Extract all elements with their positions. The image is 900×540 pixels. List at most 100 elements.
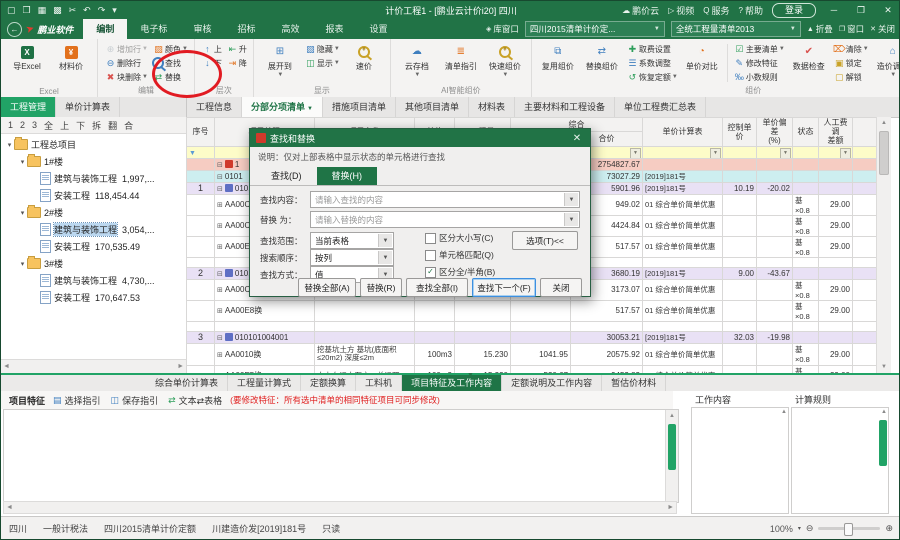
ribbon-button-复用组价[interactable]: ⧉复用组价: [536, 42, 580, 72]
collapse-icon[interactable]: ⊟: [217, 335, 223, 342]
titlebar-link-service[interactable]: Q服务: [703, 4, 729, 17]
cell-name[interactable]: 人力车运土石方：总运距≤500m 运距≤50m: [315, 365, 415, 373]
bottom-tab-定额说明及工作内容[interactable]: 定额说明及工作内容: [502, 375, 602, 391]
close-button[interactable]: ✕: [879, 5, 897, 16]
cell-name[interactable]: 挖基坑土方 基坑(底面积≤20m2) 深度≤2m: [315, 343, 415, 365]
ribbon-button-替换组价[interactable]: ⇄替换组价: [580, 42, 624, 72]
zoom-slider-thumb[interactable]: [844, 523, 853, 536]
cell-seq[interactable]: [187, 215, 215, 236]
ribbon-button-删除行[interactable]: ⊖删除行: [104, 56, 148, 70]
grid-blank-row[interactable]: [187, 321, 878, 331]
checkbox-checked-icon[interactable]: ✓: [425, 267, 436, 278]
tree-node-安装工程[interactable]: 安装工程170,535.49: [1, 238, 186, 255]
bottom-tab-综合单价计算表[interactable]: 综合单价计算表: [146, 375, 228, 391]
ribbon-button-系数调整[interactable]: ☰系数调整: [626, 56, 678, 70]
ribbon-button-查找[interactable]: 查找: [152, 56, 188, 70]
cell-calc[interactable]: [2019]181号: [643, 267, 723, 279]
cell-labor[interactable]: 29.00: [819, 236, 853, 257]
scroll-down-icon[interactable]: ▼: [877, 361, 891, 373]
cell-unit[interactable]: 100m3: [415, 343, 455, 365]
filter-cell-extra[interactable]: [853, 146, 878, 158]
sheet-tab-其他项目清单[interactable]: 其他项目清单: [396, 97, 469, 117]
scroll-up-icon[interactable]: ▲: [781, 409, 787, 415]
cell-extra[interactable]: [853, 158, 878, 170]
filter-dropdown-icon[interactable]: ▼: [780, 148, 791, 159]
ribbon-button-展开到[interactable]: ⊞展开到▼: [258, 42, 302, 78]
cell-status[interactable]: [793, 331, 819, 343]
cell-seq[interactable]: [187, 343, 215, 365]
filter-cell-calc[interactable]: ▼: [643, 146, 723, 158]
cell-ctrl[interactable]: [723, 194, 757, 215]
cell-name[interactable]: [315, 321, 415, 331]
cell-status[interactable]: 基×0.8: [793, 236, 819, 257]
filter-cell-labor[interactable]: ▼: [819, 146, 853, 158]
cell-price[interactable]: [511, 300, 571, 321]
cell-extra[interactable]: [853, 194, 878, 215]
cell-dev[interactable]: -19.98: [757, 331, 793, 343]
cell-status[interactable]: 基×0.8: [793, 365, 819, 373]
tree-node-安装工程[interactable]: 安装工程118,454.44: [1, 187, 186, 204]
zoom-out-icon[interactable]: ⊖: [806, 523, 814, 534]
combo-dropdown-icon[interactable]: ▼: [564, 213, 578, 226]
feature-editor-area[interactable]: ▲: [3, 409, 679, 503]
tree-node-3#楼[interactable]: ▾3#楼: [1, 255, 186, 272]
titlebar-link-video[interactable]: ▷视频: [668, 4, 694, 17]
cell-extra[interactable]: [853, 365, 878, 373]
ribbon-button-上[interactable]: ↑上: [201, 42, 222, 56]
cell-dev[interactable]: [757, 279, 793, 300]
cell-calc[interactable]: 01 综合单价简单优惠: [643, 300, 723, 321]
cell-dev[interactable]: [757, 194, 793, 215]
cell-ctrl[interactable]: [723, 236, 757, 257]
open-icon[interactable]: ❒: [23, 5, 31, 16]
cell-total[interactable]: [571, 321, 643, 331]
cell-total[interactable]: 30053.21: [571, 331, 643, 343]
splitter-grip-icon[interactable]: ▼: [467, 372, 474, 379]
cell-code[interactable]: ⊞AA0010换: [215, 343, 315, 365]
sheet-tab-主要材料和工程设备[interactable]: 主要材料和工程设备: [515, 97, 615, 117]
bottom-tab-暂估价材料[interactable]: 暂估价材料: [602, 375, 666, 391]
cell-unit[interactable]: 100m3: [415, 365, 455, 373]
save-icon[interactable]: ▦: [38, 5, 47, 16]
tree-node-安装工程[interactable]: 安装工程170,647.53: [1, 289, 186, 306]
cell-qty[interactable]: 15.230: [455, 343, 511, 365]
checkbox-区分全/半角(B)[interactable]: ✓区分全/半角(B): [425, 266, 495, 278]
cell-seq[interactable]: 3: [187, 331, 215, 343]
cell-calc[interactable]: 01 综合单价简单优惠: [643, 343, 723, 365]
cell-qty[interactable]: [455, 321, 511, 331]
close-pane-button[interactable]: ✕关闭: [870, 23, 895, 35]
scroll-up-icon[interactable]: ▲: [666, 410, 678, 422]
cell-ctrl[interactable]: 10.19: [723, 182, 757, 194]
ribbon-button-速价[interactable]: ¥速价: [342, 42, 386, 72]
cell-seq[interactable]: [187, 365, 215, 373]
ribbon-button-清除[interactable]: ⌦清除▼: [833, 42, 869, 56]
cell-code[interactable]: ⊞AA00E5换: [215, 365, 315, 373]
filter-dropdown-icon[interactable]: ▼: [710, 148, 721, 159]
cut-icon[interactable]: ✂: [69, 5, 77, 16]
tree-tool-全[interactable]: 全: [44, 119, 53, 132]
combo-dropdown-icon[interactable]: ▼: [378, 251, 392, 264]
find-what-combobox[interactable]: 请输入查找的内容 ▼: [310, 191, 580, 208]
expand-icon[interactable]: ⊞: [217, 352, 223, 359]
cell-status[interactable]: [793, 321, 819, 331]
cell-unit[interactable]: [415, 300, 455, 321]
grid-vertical-scrollbar[interactable]: ▲ ▼: [876, 117, 891, 373]
cell-calc[interactable]: 01 综合单价简单优惠: [643, 365, 723, 373]
tree-tool-合[interactable]: 合: [124, 119, 133, 132]
cell-extra[interactable]: [853, 267, 878, 279]
ribbon-button-修改特征[interactable]: ✎修改特征: [733, 56, 785, 70]
ribbon-button-清单指引[interactable]: ≣清单指引: [439, 42, 483, 72]
expand-icon[interactable]: ⊞: [217, 287, 223, 294]
cell-code[interactable]: ⊟010101004001: [215, 331, 315, 343]
tree-expander-icon[interactable]: ▾: [18, 158, 27, 166]
cell-status[interactable]: 基×0.8: [793, 300, 819, 321]
dialog-button-查找下一个(F)[interactable]: 查找下一个(F): [472, 278, 536, 297]
replace-with-combobox[interactable]: 请输入替换的内容 ▼: [310, 211, 580, 228]
tree-node-1#楼[interactable]: ▾1#楼: [1, 153, 186, 170]
cell-seq[interactable]: 2: [187, 267, 215, 279]
expand-icon[interactable]: ⊞: [217, 223, 223, 230]
ribbon-button-数据检查[interactable]: ✔数据检查: [787, 42, 831, 72]
ribbon-button-快速组价[interactable]: ¥快速组价▼: [483, 42, 527, 78]
cell-calc[interactable]: 01 综合单价简单优惠: [643, 194, 723, 215]
grid-row-010101004001[interactable]: 3⊟01010100400130053.21[2019]181号32.03-19…: [187, 331, 878, 343]
cell-ctrl[interactable]: [723, 170, 757, 182]
